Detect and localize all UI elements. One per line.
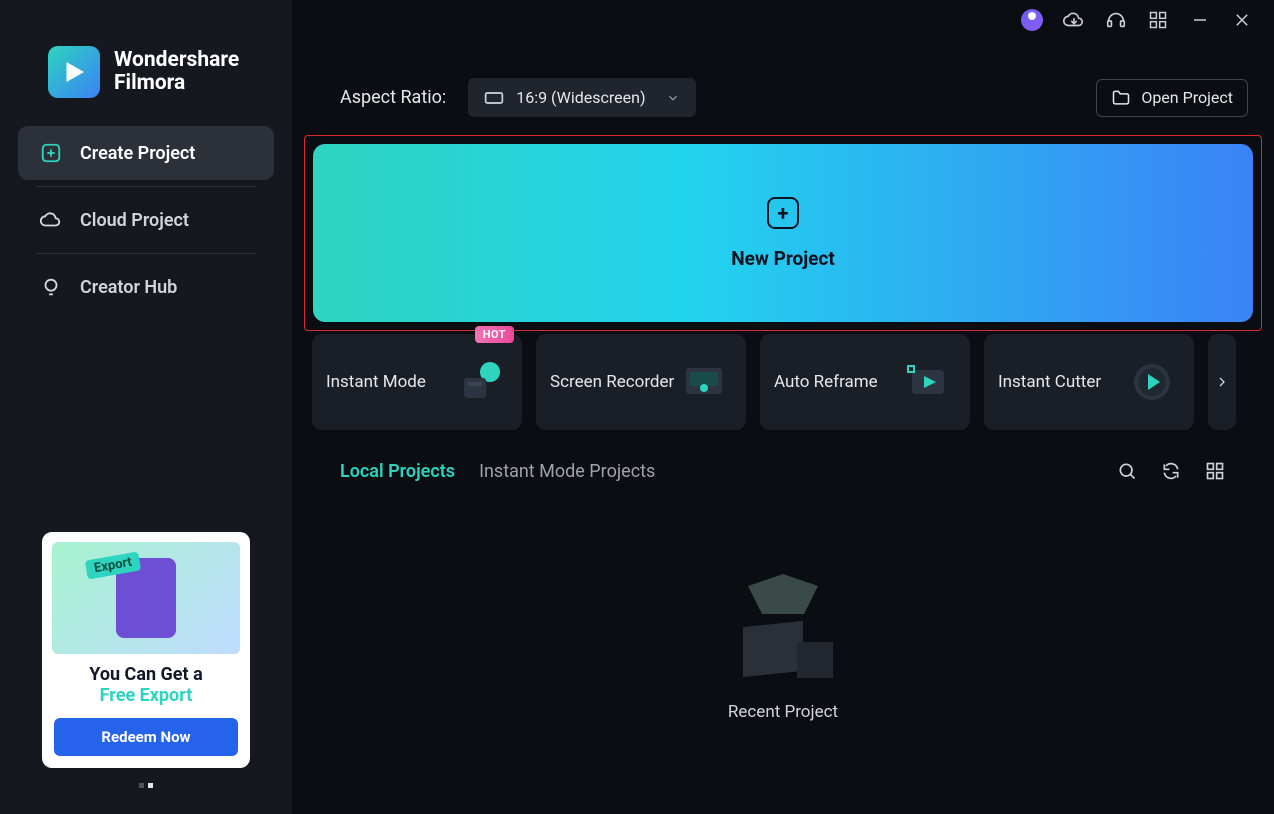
- tab-local-projects[interactable]: Local Projects: [340, 461, 455, 482]
- nav-creator-hub[interactable]: Creator Hub: [18, 260, 274, 314]
- aspect-ratio-label: Aspect Ratio:: [340, 87, 446, 108]
- nav-divider: [36, 253, 256, 254]
- empty-state: Recent Project: [292, 482, 1274, 814]
- folder-icon: [1111, 88, 1131, 108]
- highlight-annotation: + New Project: [304, 135, 1262, 331]
- chevron-down-icon: [666, 91, 680, 105]
- new-project-card[interactable]: + New Project: [313, 144, 1253, 322]
- empty-label: Recent Project: [728, 702, 838, 722]
- tab-instant-mode-projects[interactable]: Instant Mode Projects: [479, 461, 655, 482]
- instant-cutter-icon: [1124, 354, 1180, 410]
- brand-line1: Wondershare: [114, 49, 239, 72]
- promo-card: You Can Get a Free Export Redeem Now: [42, 532, 250, 768]
- brand: Wondershare Filmora: [0, 0, 292, 126]
- pager-dot[interactable]: [139, 783, 144, 788]
- auto-reframe-icon: [900, 354, 956, 410]
- toolbar: Aspect Ratio: 16:9 (Widescreen) Open Pro…: [292, 40, 1274, 135]
- main: Aspect Ratio: 16:9 (Widescreen) Open Pro…: [292, 0, 1274, 814]
- tool-instant-cutter[interactable]: Instant Cutter: [984, 334, 1194, 430]
- brand-line2: Filmora: [114, 72, 239, 95]
- tool-auto-reframe[interactable]: Auto Reframe: [760, 334, 970, 430]
- headset-icon[interactable]: [1104, 8, 1128, 32]
- cloud-download-icon[interactable]: [1062, 8, 1086, 32]
- instant-mode-icon: [452, 354, 508, 410]
- tool-label: Auto Reframe: [774, 372, 900, 392]
- brand-logo: [48, 46, 100, 98]
- chevron-right-icon: [1214, 374, 1230, 390]
- aspect-ratio-value: 16:9 (Widescreen): [516, 88, 654, 107]
- nav-create-project[interactable]: Create Project: [18, 126, 274, 180]
- grid-view-icon[interactable]: [1204, 460, 1226, 482]
- nav-divider: [36, 186, 256, 187]
- nav-hub-label: Creator Hub: [80, 277, 177, 298]
- bulb-icon: [40, 276, 62, 298]
- titlebar: [292, 0, 1274, 40]
- sidebar: Wondershare Filmora Create Project Cloud…: [0, 0, 292, 814]
- tool-screen-recorder[interactable]: Screen Recorder: [536, 334, 746, 430]
- nav-cloud-label: Cloud Project: [80, 210, 189, 231]
- aspect-ratio-select[interactable]: 16:9 (Widescreen): [468, 78, 696, 117]
- tool-label: Instant Mode: [326, 372, 452, 392]
- redeem-button[interactable]: Redeem Now: [54, 718, 238, 756]
- open-project-label: Open Project: [1141, 88, 1233, 107]
- promo-image: [52, 542, 240, 654]
- tool-label: Instant Cutter: [998, 372, 1124, 392]
- nav-create-label: Create Project: [80, 143, 195, 164]
- screen-icon: [484, 91, 504, 105]
- screen-recorder-icon: [676, 354, 732, 410]
- avatar-icon[interactable]: [1020, 8, 1044, 32]
- promo-title: You Can Get a: [89, 664, 202, 685]
- empty-box-icon: [723, 574, 843, 684]
- brand-text: Wondershare Filmora: [114, 49, 239, 95]
- new-project-label: New Project: [731, 247, 835, 270]
- refresh-icon[interactable]: [1160, 460, 1182, 482]
- close-icon[interactable]: [1230, 8, 1254, 32]
- tool-instant-mode[interactable]: HOT Instant Mode: [312, 334, 522, 430]
- nav-cloud-project[interactable]: Cloud Project: [18, 193, 274, 247]
- promo-subtitle: Free Export: [100, 685, 193, 706]
- tool-label: Screen Recorder: [550, 372, 676, 392]
- apps-icon[interactable]: [1146, 8, 1170, 32]
- projects-actions: [1116, 460, 1226, 482]
- plus-icon: +: [767, 197, 799, 229]
- pager-dot-active[interactable]: [148, 783, 153, 788]
- tool-cards: HOT Instant Mode Screen Recorder Auto Re…: [312, 334, 1254, 430]
- open-project-button[interactable]: Open Project: [1096, 79, 1248, 117]
- promo-pager[interactable]: [139, 783, 153, 788]
- nav: Create Project Cloud Project Creator Hub: [0, 126, 292, 318]
- search-icon[interactable]: [1116, 460, 1138, 482]
- projects-bar: Local Projects Instant Mode Projects: [292, 430, 1274, 482]
- hot-badge: HOT: [475, 326, 514, 343]
- plus-square-icon: [40, 142, 62, 164]
- minimize-icon[interactable]: [1188, 8, 1212, 32]
- tools-more-button[interactable]: [1208, 334, 1236, 430]
- cloud-icon: [40, 209, 62, 231]
